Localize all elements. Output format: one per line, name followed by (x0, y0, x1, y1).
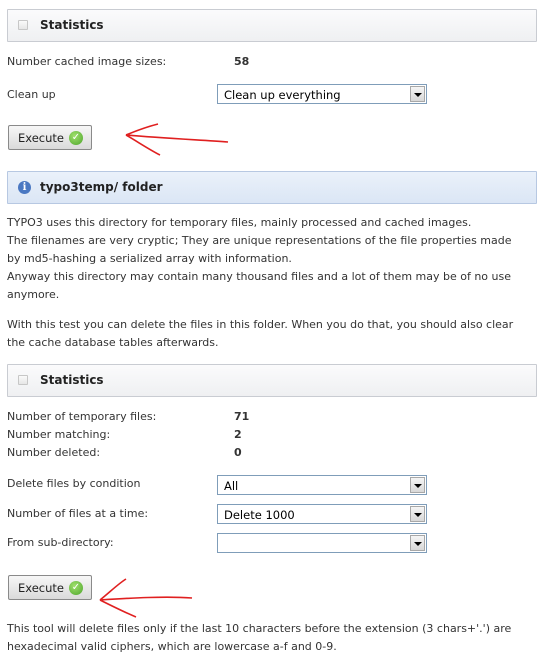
statistics-header-2: Statistics (7, 364, 537, 397)
typo3temp-description: TYPO3 uses this directory for temporary … (7, 214, 542, 304)
checkmark-icon: ✓ (69, 581, 83, 595)
typo3temp-title: typo3temp/ folder (40, 180, 163, 194)
delete-condition-value: All (224, 479, 239, 493)
execute-button-2[interactable]: Execute ✓ (8, 575, 92, 600)
statistics-title-1: Statistics (40, 18, 104, 32)
description-line: Anyway this directory may contain many t… (7, 270, 512, 283)
files-at-time-label: Number of files at a time: (7, 507, 149, 520)
matching-label: Number matching: (7, 428, 111, 441)
description-line: by md5-hashing a serialized array with i… (7, 252, 292, 265)
execute-button-1[interactable]: Execute ✓ (8, 125, 92, 150)
files-at-time-value: Delete 1000 (224, 508, 295, 522)
delete-condition-select[interactable]: All (217, 475, 427, 495)
cached-image-sizes-label: Number cached image sizes: (7, 55, 167, 68)
cached-image-sizes-value: 58 (234, 55, 250, 68)
info-icon: i (18, 181, 31, 194)
matching-value: 2 (234, 428, 242, 441)
description-line: The filenames are very cryptic; They are… (7, 234, 512, 247)
subdir-label: From sub-directory: (7, 536, 114, 549)
deleted-value: 0 (234, 446, 242, 459)
annotation-arrow-1 (125, 123, 229, 156)
subdir-select[interactable] (217, 533, 427, 553)
cleanup-label: Clean up (7, 88, 56, 101)
chevron-down-icon[interactable] (410, 535, 425, 551)
typo3temp-header: i typo3temp/ folder (7, 171, 537, 204)
footer-note: This tool will delete files only if the … (7, 620, 542, 656)
hint-line: With this test you can delete the files … (7, 318, 514, 331)
files-at-time-select[interactable]: Delete 1000 (217, 504, 427, 524)
chevron-down-icon[interactable] (410, 477, 425, 493)
checkmark-icon: ✓ (69, 131, 83, 145)
temp-files-label: Number of temporary files: (7, 410, 157, 423)
delete-hint: With this test you can delete the files … (7, 316, 542, 352)
delete-condition-label: Delete files by condition (7, 477, 141, 490)
statistics-header-1: Statistics (7, 9, 537, 42)
execute-button-label: Execute (18, 581, 64, 595)
chevron-down-icon[interactable] (410, 86, 425, 102)
hint-line: the cache database tables afterwards. (7, 336, 219, 349)
temp-files-value: 71 (234, 410, 250, 423)
deleted-label: Number deleted: (7, 446, 101, 459)
cleanup-select-value: Clean up everything (224, 88, 341, 102)
footer-note-line: hexadecimal valid ciphers, which are low… (7, 640, 337, 653)
statistics-title-2: Statistics (40, 373, 104, 387)
annotation-arrow-2 (99, 578, 193, 618)
description-line: TYPO3 uses this directory for temporary … (7, 216, 472, 229)
footer-note-line: This tool will delete files only if the … (7, 622, 512, 635)
description-line: anymore. (7, 288, 60, 301)
checkbox-icon (18, 20, 28, 30)
cleanup-select[interactable]: Clean up everything (217, 84, 427, 104)
chevron-down-icon[interactable] (410, 506, 425, 522)
checkbox-icon (18, 375, 28, 385)
execute-button-label: Execute (18, 131, 64, 145)
